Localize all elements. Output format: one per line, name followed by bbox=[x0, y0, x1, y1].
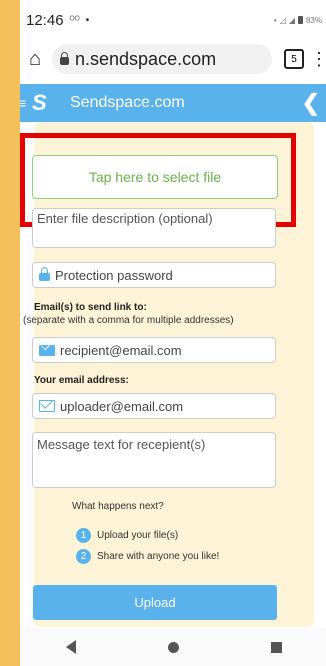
recipient-email-field[interactable]: recipient@email.com bbox=[32, 337, 276, 363]
tabs-button[interactable]: 5 bbox=[284, 49, 304, 69]
voicemail-icon: ᴼᴼ bbox=[69, 14, 80, 26]
password-placeholder: Protection password bbox=[55, 267, 173, 283]
upload-button[interactable]: Upload bbox=[33, 585, 277, 620]
recents-icon[interactable] bbox=[271, 641, 282, 653]
browser-toolbar: ⌂ n.sendspace.com 5 ⋮ bbox=[20, 40, 326, 78]
home-button-icon[interactable] bbox=[168, 641, 179, 653]
step-item: 2 Share with anyone you like! bbox=[76, 549, 219, 564]
recipient-placeholder: recipient@email.com bbox=[60, 342, 182, 358]
url-text: n.sendspace.com bbox=[75, 48, 217, 69]
step-text: Upload your file(s) bbox=[97, 530, 179, 541]
hamburger-icon[interactable]: ≡ bbox=[20, 95, 26, 111]
more-options-icon[interactable]: ⋮ bbox=[310, 50, 326, 68]
description-field[interactable]: Enter file description (optional) bbox=[32, 208, 276, 248]
battery-level: 83% bbox=[305, 15, 322, 25]
signal-icon: ◢ bbox=[288, 15, 295, 25]
sendspace-logo: S bbox=[32, 90, 47, 115]
address-bar[interactable]: n.sendspace.com bbox=[52, 44, 272, 74]
status-bar: 12:46 ᴼᴼ • • ◿ ◢ 83% bbox=[20, 0, 326, 40]
back-arrow-icon[interactable]: ❮ bbox=[302, 90, 320, 116]
password-field[interactable]: Protection password bbox=[32, 262, 276, 288]
site-header: ≡ S Sendspace.com ❮ bbox=[20, 84, 326, 122]
uploader-placeholder: uploader@email.com bbox=[60, 398, 184, 414]
home-icon[interactable]: ⌂ bbox=[24, 48, 46, 71]
battery-icon bbox=[297, 16, 303, 24]
wifi-icon: ◿ bbox=[279, 15, 286, 25]
step-number: 2 bbox=[76, 549, 91, 564]
message-field[interactable]: Message text for recepient(s) bbox=[32, 432, 276, 488]
next-steps-title: What happens next? bbox=[72, 501, 164, 512]
phone-screen: 12:46 ᴼᴼ • • ◿ ◢ 83% ⌂ n.sendspace.com 5… bbox=[20, 0, 326, 666]
dot-icon: • bbox=[273, 15, 277, 25]
recipients-label: Email(s) to send link to: bbox=[34, 302, 147, 313]
dot-icon: • bbox=[85, 14, 90, 26]
recipients-hint: (separate with a comma for multiple addr… bbox=[23, 315, 234, 326]
clock: 12:46 bbox=[26, 11, 64, 29]
lock-icon bbox=[60, 52, 69, 65]
step-number: 1 bbox=[76, 528, 91, 543]
step-text: Share with anyone you like! bbox=[97, 551, 220, 562]
system-nav-bar bbox=[20, 628, 326, 666]
lock-icon bbox=[39, 267, 50, 281]
back-icon[interactable] bbox=[66, 640, 76, 654]
envelope-outline-icon bbox=[39, 400, 55, 412]
step-item: 1 Upload your file(s) bbox=[76, 528, 178, 543]
uploader-email-field[interactable]: uploader@email.com bbox=[32, 393, 276, 419]
site-title[interactable]: Sendspace.com bbox=[70, 94, 185, 112]
your-email-label: Your email address: bbox=[34, 375, 129, 386]
envelope-icon bbox=[39, 344, 55, 356]
